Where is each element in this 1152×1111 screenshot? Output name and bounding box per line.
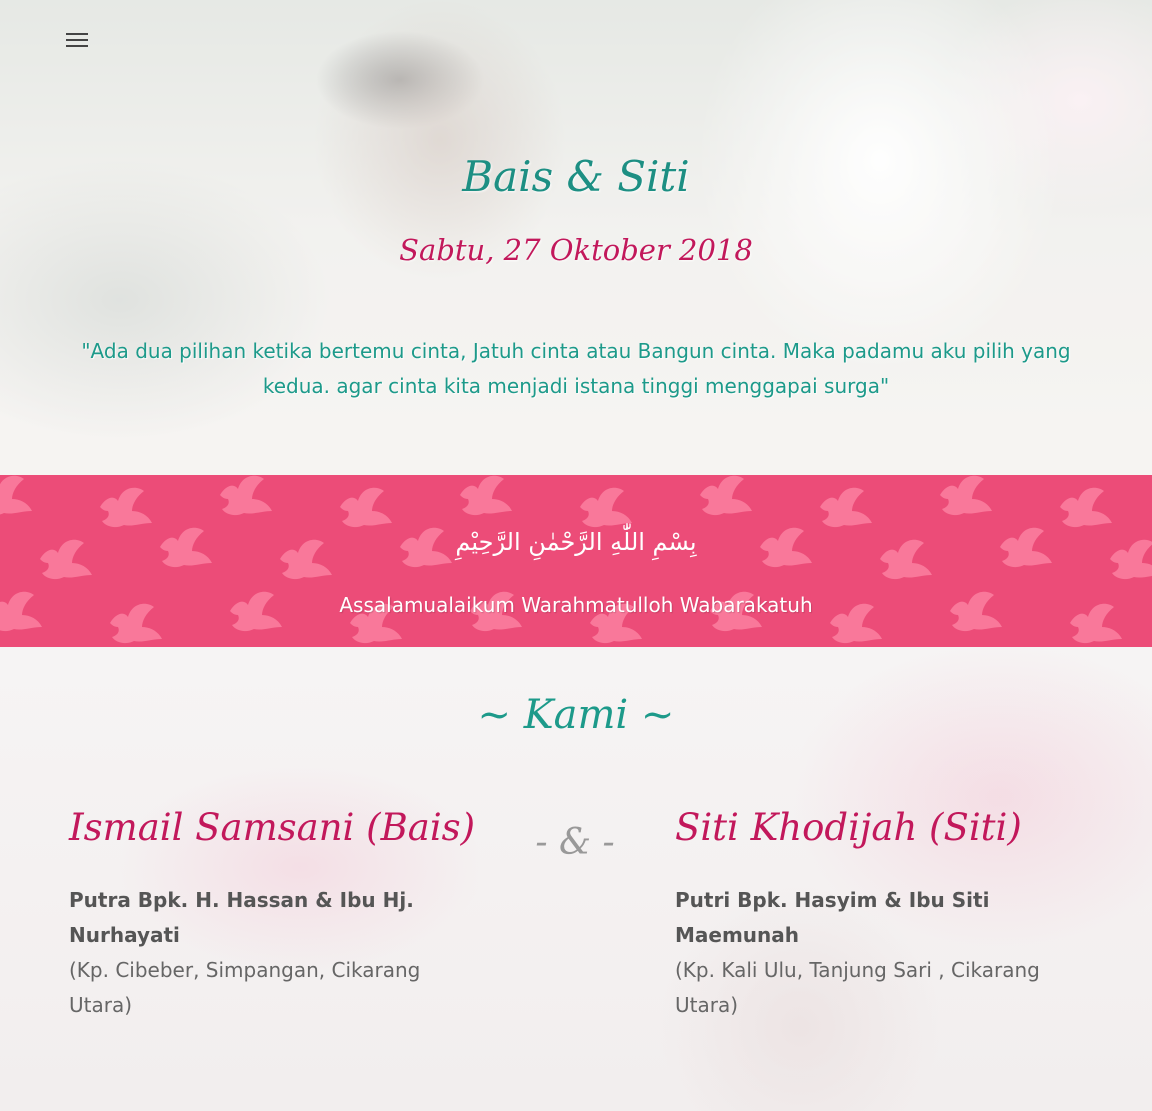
couple-section-heading: ~ Kami ~ <box>477 692 675 738</box>
groom-name: Ismail Samsani (Bais) <box>69 806 476 849</box>
groom-address: (Kp. Cibeber, Simpangan, Cikarang Utara) <box>69 958 421 1017</box>
dove-pattern <box>0 475 1152 644</box>
bride-address: (Kp. Kali Ulu, Tanjung Sari , Cikarang U… <box>675 958 1040 1017</box>
couple-title: Bais & Siti <box>462 152 690 201</box>
greeting-banner <box>0 475 1152 647</box>
love-quote: "Ada dua pilihan ketika bertemu cinta, J… <box>81 339 1071 398</box>
hamburger-menu-icon[interactable] <box>62 28 92 52</box>
event-date: Sabtu, 27 Oktober 2018 <box>399 233 753 267</box>
bride-name: Siti Khodijah (Siti) <box>675 806 1022 849</box>
groom-parents: Putra Bpk. H. Hassan & Ibu Hj. Nurhayati <box>69 888 414 947</box>
dove-row-1 <box>0 475 1112 528</box>
bride-parents: Putri Bpk. Hasyim & Ibu Siti Maemunah <box>675 888 990 947</box>
bismillah-text: بِسْمِ اللّٰهِ الرَّحْمٰنِ الرَّحِيْمِ <box>455 528 697 556</box>
ampersand-separator: - & - <box>535 822 615 863</box>
salam-greeting: Assalamualaikum Warahmatulloh Wabarakatu… <box>339 593 813 617</box>
wedding-invitation-page: Bais & Siti Sabtu, 27 Oktober 2018 "Ada … <box>0 0 1152 1111</box>
